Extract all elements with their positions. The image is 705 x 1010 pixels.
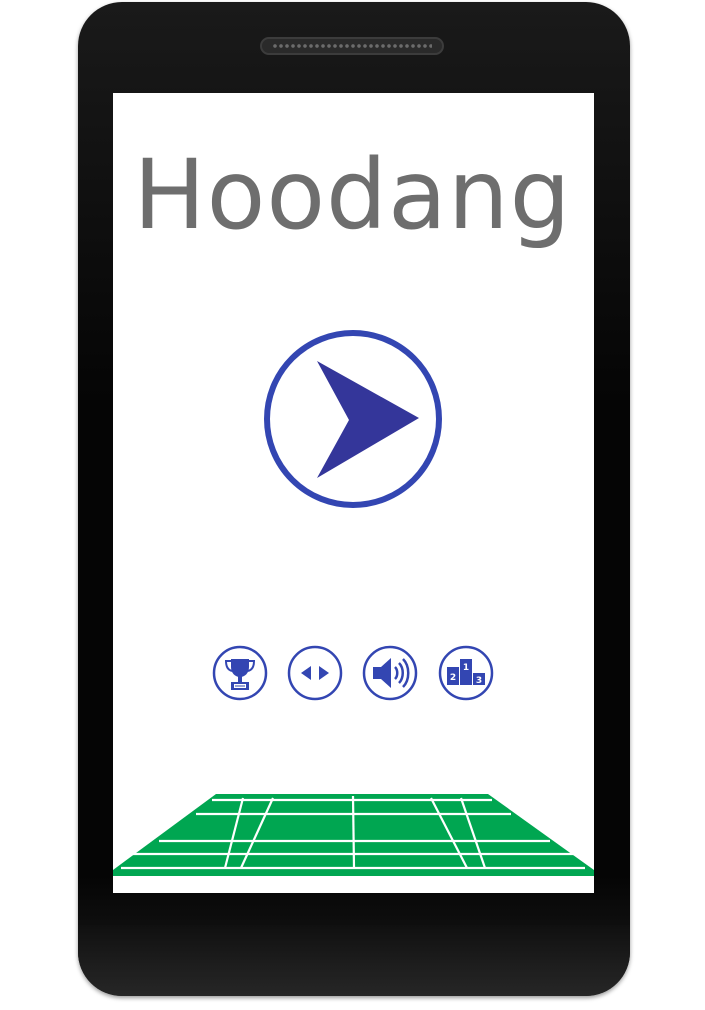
court-illustration xyxy=(113,794,594,876)
play-button[interactable] xyxy=(262,328,444,510)
phone-speaker-grille xyxy=(260,37,444,55)
trophy-icon xyxy=(212,645,268,701)
speaker-volume-icon xyxy=(362,645,418,701)
menu-icon-row: 2 1 3 xyxy=(212,645,494,701)
speaker-holes xyxy=(272,43,432,49)
leaderboard-button[interactable]: 2 1 3 xyxy=(438,645,494,701)
podium-label-1: 1 xyxy=(463,663,469,673)
controls-button[interactable] xyxy=(287,645,343,701)
podium-label-2: 2 xyxy=(450,673,456,683)
podium-icon: 2 1 3 xyxy=(438,645,494,701)
left-right-arrows-icon xyxy=(287,645,343,701)
play-icon xyxy=(264,330,442,508)
game-title: Hoodang xyxy=(133,139,572,251)
phone-bottom-bezel xyxy=(78,925,630,996)
podium-label-3: 3 xyxy=(476,676,482,686)
badminton-court-graphic xyxy=(113,790,594,893)
sound-toggle-button[interactable] xyxy=(362,645,418,701)
device-mockup: Hoodang 2 1 3 xyxy=(0,0,705,1010)
trophy-button[interactable] xyxy=(212,645,268,701)
